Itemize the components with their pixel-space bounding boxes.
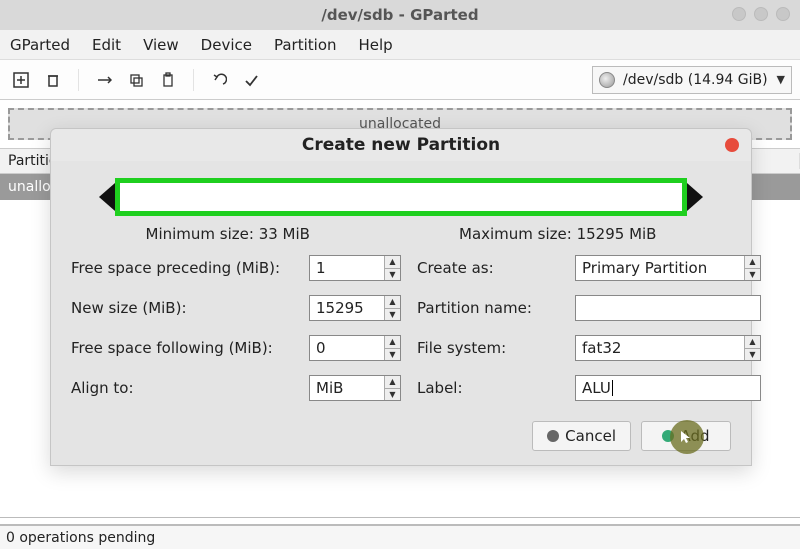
minimize-button[interactable] [732,7,746,21]
label-label: Label: [417,379,567,397]
max-size-label: Maximum size: 15295 MiB [459,225,656,243]
dialog-titlebar: Create new Partition [51,129,751,161]
stepper-icon[interactable]: ▲▼ [384,336,400,360]
cancel-button-label: Cancel [565,427,616,445]
toolbar: /dev/sdb (14.94 GiB) ▼ [0,60,800,100]
text-cursor [612,380,613,396]
new-size-input[interactable]: 15295 ▲▼ [309,295,401,321]
create-partition-dialog: Create new Partition Minimum size: 33 Mi… [50,128,752,466]
device-selector[interactable]: /dev/sdb (14.94 GiB) ▼ [592,66,792,94]
delete-icon[interactable] [40,67,66,93]
resize-icon[interactable] [91,67,117,93]
size-slider[interactable] [101,175,701,219]
window-title: /dev/sdb - GParted [10,6,790,24]
stepper-icon[interactable]: ▲▼ [384,296,400,320]
cancel-icon [547,430,559,442]
create-as-label: Create as: [417,259,567,277]
align-to-select[interactable]: MiB ▲▼ [309,375,401,401]
stepper-icon[interactable]: ▲▼ [384,256,400,280]
disk-icon [599,72,615,88]
partition-name-input[interactable] [575,295,761,321]
menu-device[interactable]: Device [201,36,252,54]
statusbar: 0 operations pending [0,525,800,549]
cancel-button[interactable]: Cancel [532,421,631,451]
new-size-label: New size (MiB): [71,299,301,317]
toolbar-left [8,67,264,93]
chevron-down-icon: ▼ [777,73,785,86]
free-preceding-value: 1 [316,259,326,277]
new-partition-icon[interactable] [8,67,34,93]
apply-icon[interactable] [238,67,264,93]
create-as-select[interactable]: Primary Partition ▲▼ [575,255,761,281]
maximize-button[interactable] [754,7,768,21]
menu-partition[interactable]: Partition [274,36,337,54]
close-button[interactable] [776,7,790,21]
stepper-icon[interactable]: ▲▼ [744,256,760,280]
add-button[interactable]: Add [641,421,731,451]
menubar: GParted Edit View Device Partition Help [0,30,800,60]
window-buttons [732,7,790,21]
device-label: /dev/sdb (14.94 GiB) [623,72,768,88]
new-size-value: 15295 [316,299,364,317]
label-input[interactable]: ALU [575,375,761,401]
filesystem-select[interactable]: fat32 ▲▼ [575,335,761,361]
dialog-button-row: Cancel Add [71,421,731,451]
slider-track[interactable] [115,178,687,216]
dialog-body: Minimum size: 33 MiB Maximum size: 15295… [51,161,751,465]
undo-icon[interactable] [206,67,232,93]
filesystem-value: fat32 [582,339,621,357]
copy-icon[interactable] [123,67,149,93]
toolbar-separator-2 [193,69,194,91]
filesystem-label: File system: [417,339,567,357]
free-following-input[interactable]: 0 ▲▼ [309,335,401,361]
slider-left-handle[interactable] [99,183,115,211]
menu-edit[interactable]: Edit [92,36,121,54]
toolbar-separator [78,69,79,91]
size-labels: Minimum size: 33 MiB Maximum size: 15295… [71,225,731,243]
label-value: ALU [582,379,611,397]
free-following-value: 0 [316,339,326,357]
dialog-form: Free space preceding (MiB): 1 ▲▼ Create … [71,255,731,401]
titlebar: /dev/sdb - GParted [0,0,800,30]
paste-icon[interactable] [155,67,181,93]
mouse-cursor-icon [670,420,704,454]
dialog-title: Create new Partition [302,135,500,155]
stepper-icon[interactable]: ▲▼ [384,376,400,400]
create-as-value: Primary Partition [582,259,707,277]
min-size-label: Minimum size: 33 MiB [146,225,310,243]
partition-name-label: Partition name: [417,299,567,317]
stepper-icon[interactable]: ▲▼ [744,336,760,360]
free-preceding-label: Free space preceding (MiB): [71,259,301,277]
menu-gparted[interactable]: GParted [10,36,70,54]
menu-help[interactable]: Help [359,36,393,54]
align-to-label: Align to: [71,379,301,397]
dialog-close-button[interactable] [725,138,739,152]
align-to-value: MiB [316,379,343,397]
slider-right-handle[interactable] [687,183,703,211]
status-text: 0 operations pending [6,530,155,546]
free-preceding-input[interactable]: 1 ▲▼ [309,255,401,281]
separator [0,517,800,518]
menu-view[interactable]: View [143,36,179,54]
free-following-label: Free space following (MiB): [71,339,301,357]
